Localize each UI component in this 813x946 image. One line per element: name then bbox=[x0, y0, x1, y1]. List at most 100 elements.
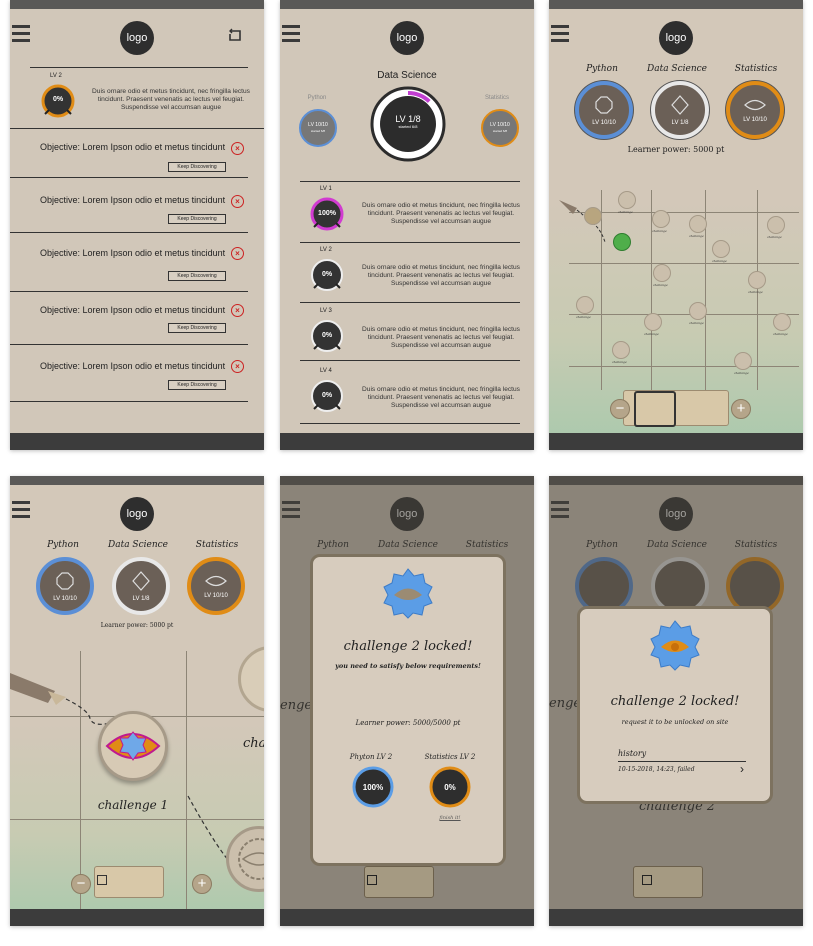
minimap-viewport[interactable] bbox=[634, 391, 676, 427]
challenge-node[interactable] bbox=[644, 313, 662, 331]
challenge-node[interactable] bbox=[612, 341, 630, 359]
challenge-node[interactable] bbox=[712, 240, 730, 258]
zoom-out-button[interactable]: − bbox=[610, 399, 630, 419]
challenge-node[interactable] bbox=[767, 216, 785, 234]
challenge-node[interactable] bbox=[226, 826, 264, 892]
divider bbox=[10, 401, 248, 402]
challenge-node[interactable] bbox=[773, 313, 791, 331]
chevron-right-icon[interactable]: › bbox=[740, 762, 744, 776]
diamond-icon bbox=[671, 94, 689, 115]
challenge-node[interactable] bbox=[689, 215, 707, 233]
challenge-node[interactable] bbox=[653, 264, 671, 282]
data-science-badge[interactable]: LV 1/8 bbox=[112, 557, 170, 615]
statistics-badge[interactable]: LV 10/10 started 6/8 bbox=[481, 109, 519, 147]
logo: logo bbox=[120, 497, 154, 531]
level-label: LV 2 bbox=[320, 247, 332, 253]
level-percent: 0% bbox=[321, 392, 333, 399]
challenge-node[interactable] bbox=[748, 271, 766, 289]
minimap-viewport[interactable] bbox=[367, 875, 377, 885]
objective-text: Objective: Lorem Ipson odio et metus tin… bbox=[40, 195, 226, 205]
main-level-sub: started 6/8 bbox=[398, 124, 418, 129]
close-icon[interactable]: × bbox=[231, 360, 244, 373]
python-badge[interactable]: LV 10/10 bbox=[575, 81, 633, 139]
menu-icon[interactable] bbox=[282, 25, 300, 44]
level-label: LV 1 bbox=[320, 186, 332, 192]
challenge-label: challenge bbox=[612, 360, 627, 364]
python-badge[interactable]: LV 10/10 bbox=[36, 557, 94, 615]
python-badge[interactable]: LV 10/10 started 6/8 bbox=[299, 109, 337, 147]
back-icon[interactable] bbox=[228, 28, 242, 42]
level-percent: 100% bbox=[318, 210, 336, 217]
divider bbox=[30, 67, 248, 68]
badge-sub: started 6/8 bbox=[310, 129, 326, 133]
minimap[interactable] bbox=[633, 866, 703, 898]
keep-discovering-button[interactable]: Keep Discovering bbox=[168, 214, 226, 224]
history-label: history bbox=[618, 749, 647, 758]
level-description: Duis ornare odio et metus tincidunt, nec… bbox=[362, 326, 520, 349]
statistics-badge[interactable]: LV 10/10 bbox=[187, 557, 245, 615]
objective-text: Objective: Lorem Ipson odio et metus tin… bbox=[40, 361, 226, 371]
eye-icon bbox=[205, 575, 227, 586]
minimap-viewport[interactable] bbox=[97, 875, 107, 885]
challenge-label: challenge bbox=[689, 321, 704, 325]
subject-name: Statistics bbox=[195, 540, 239, 550]
minimap[interactable] bbox=[364, 866, 434, 898]
level-label: LV 2 bbox=[50, 73, 62, 79]
menu-icon[interactable] bbox=[12, 25, 30, 44]
challenge-label: cha bbox=[243, 736, 264, 751]
learner-power: Learner power: 5000 pt bbox=[100, 622, 174, 629]
page-title: Data Science bbox=[377, 70, 437, 81]
main-level: LV 1/8 bbox=[395, 114, 421, 124]
menu-icon[interactable] bbox=[12, 501, 30, 520]
challenge-node[interactable] bbox=[576, 296, 594, 314]
keep-discovering-button[interactable]: Keep Discovering bbox=[168, 271, 226, 281]
minimap-viewport[interactable] bbox=[642, 875, 652, 885]
learner-power: Learner power: 5000 pt bbox=[627, 145, 725, 154]
challenge-node[interactable] bbox=[652, 210, 670, 228]
challenge-label: challenge bbox=[773, 332, 788, 336]
keep-discovering-button[interactable]: Keep Discovering bbox=[168, 380, 226, 390]
challenge-node[interactable] bbox=[689, 302, 707, 320]
screen-locked-history: logo Python Data Science Statistics enge… bbox=[549, 476, 803, 926]
divider bbox=[10, 291, 248, 292]
statistics-badge[interactable]: LV 10/10 bbox=[726, 81, 784, 139]
badge-level: LV 10/10 bbox=[592, 119, 616, 126]
octagon-icon bbox=[56, 571, 74, 590]
badge-level: LV 1/8 bbox=[132, 595, 150, 602]
top-bar bbox=[280, 0, 534, 9]
challenge-node[interactable] bbox=[734, 352, 752, 370]
data-science-badge[interactable]: LV 1/8 bbox=[651, 81, 709, 139]
zoom-in-button[interactable]: + bbox=[192, 874, 212, 894]
requirement-percent: 0% bbox=[444, 783, 456, 792]
divider bbox=[10, 344, 248, 345]
keep-discovering-button[interactable]: Keep Discovering bbox=[168, 162, 226, 172]
badge-level: LV 10/10 bbox=[204, 592, 228, 599]
challenge-node-current[interactable] bbox=[613, 233, 631, 251]
subject-name: Statistics bbox=[484, 95, 509, 101]
keep-discovering-button[interactable]: Keep Discovering bbox=[168, 323, 226, 333]
subject-name: Python bbox=[586, 64, 618, 74]
zoom-out-button[interactable]: − bbox=[71, 874, 91, 894]
challenge-1-node[interactable] bbox=[98, 711, 168, 781]
level-description: Duis ornare odio et metus tincidunt, nec… bbox=[362, 202, 520, 225]
logo: logo bbox=[659, 21, 693, 55]
diamond-icon bbox=[132, 570, 150, 591]
bottom-bar bbox=[549, 909, 803, 926]
divider bbox=[10, 232, 248, 233]
challenge-label: challenge bbox=[712, 259, 727, 263]
minimap[interactable] bbox=[623, 390, 729, 427]
close-icon[interactable]: × bbox=[231, 247, 244, 260]
level-label: LV 4 bbox=[320, 368, 332, 374]
locked-badge-icon bbox=[650, 620, 700, 671]
menu-icon[interactable] bbox=[551, 25, 569, 44]
close-icon[interactable]: × bbox=[231, 304, 244, 317]
finish-it-link[interactable]: finish it! bbox=[428, 815, 472, 821]
zoom-in-button[interactable]: + bbox=[731, 399, 751, 419]
challenge-node[interactable] bbox=[584, 207, 602, 225]
level-description: Duis ornare odio et metus tincidunt, nec… bbox=[362, 264, 520, 287]
close-icon[interactable]: × bbox=[231, 195, 244, 208]
challenge-node[interactable] bbox=[618, 191, 636, 209]
minimap[interactable] bbox=[94, 866, 164, 898]
close-icon[interactable]: × bbox=[231, 142, 244, 155]
locked-modal: challenge 2 locked! request it to be unl… bbox=[577, 606, 773, 804]
